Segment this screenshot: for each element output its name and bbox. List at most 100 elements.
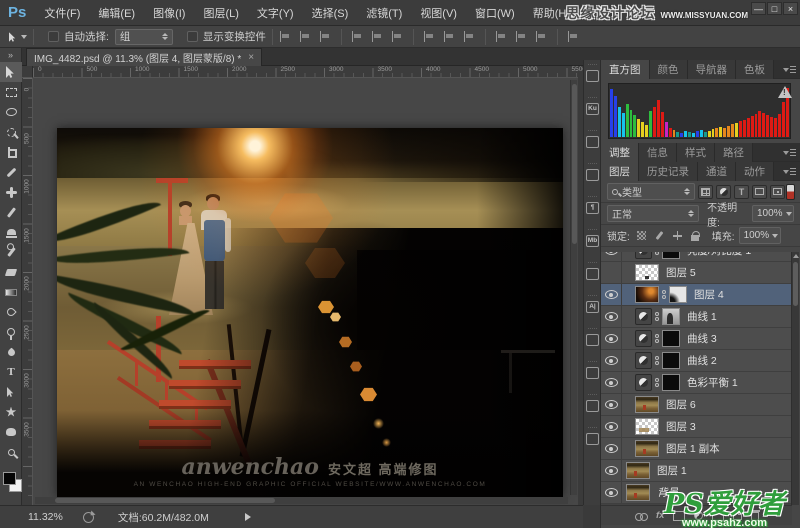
kuler-panel-icon[interactable]: Ku bbox=[584, 93, 601, 126]
layer-row[interactable]: 图层 1 副本 bbox=[601, 438, 792, 460]
menu-item-9[interactable]: 帮助(H) bbox=[525, 1, 578, 25]
close-button[interactable]: × bbox=[783, 2, 798, 15]
spot-heal-tool[interactable] bbox=[0, 182, 22, 202]
tab-动作[interactable]: 动作 bbox=[736, 162, 774, 181]
auto-select-dropdown[interactable]: 组 bbox=[115, 29, 173, 45]
character-styles-panel-icon[interactable]: A| bbox=[584, 291, 601, 324]
tab-导航器[interactable]: 导航器 bbox=[688, 60, 737, 79]
add-layer-mask-icon[interactable] bbox=[673, 511, 685, 521]
layer-row[interactable]: 背景 bbox=[601, 482, 792, 504]
distribute-left-edges-icon[interactable] bbox=[495, 31, 508, 42]
distribute-bottom-edges-icon[interactable] bbox=[463, 31, 476, 42]
libraries-panel-icon[interactable] bbox=[584, 126, 601, 159]
lock-transparency-icon[interactable] bbox=[635, 229, 648, 242]
maximize-button[interactable]: □ bbox=[767, 2, 782, 15]
minimize-button[interactable]: — bbox=[751, 2, 766, 15]
quick-select-tool[interactable] bbox=[0, 122, 22, 142]
notes-panel-icon[interactable] bbox=[584, 159, 601, 192]
mini-bridge-panel-icon[interactable]: Mb bbox=[584, 225, 601, 258]
tab-直方图[interactable]: 直方图 bbox=[601, 60, 650, 79]
custom-shape-tool[interactable] bbox=[0, 402, 22, 422]
distribute-v-centers-icon[interactable] bbox=[443, 31, 456, 42]
show-transform-checkbox[interactable] bbox=[187, 31, 198, 42]
clone-source-panel-icon[interactable] bbox=[584, 423, 601, 456]
layer-row[interactable]: 图层 4 bbox=[601, 284, 792, 306]
warning-icon[interactable] bbox=[778, 86, 792, 98]
link-layers-icon[interactable] bbox=[635, 513, 647, 519]
dodge-tool[interactable] bbox=[0, 322, 22, 342]
layer-style-icon[interactable]: fx bbox=[656, 510, 664, 521]
zoom-level-field[interactable]: 11.32% bbox=[28, 511, 63, 523]
tab-图层[interactable]: 图层 bbox=[601, 162, 639, 181]
tab-历史记录[interactable]: 历史记录 bbox=[639, 162, 698, 181]
layer-comps-panel-icon[interactable] bbox=[584, 60, 601, 93]
canvas-horizontal-scrollbar[interactable] bbox=[35, 497, 568, 504]
crop-tool[interactable] bbox=[0, 142, 22, 162]
panel-menu-icon[interactable] bbox=[783, 168, 796, 176]
menu-item-4[interactable]: 文字(Y) bbox=[249, 1, 302, 25]
distribute-top-edges-icon[interactable] bbox=[423, 31, 436, 42]
layer-visibility-toggle[interactable] bbox=[601, 482, 622, 503]
layer-thumbnail[interactable] bbox=[626, 484, 650, 501]
brush-tool[interactable] bbox=[0, 202, 22, 222]
path-select-tool[interactable] bbox=[0, 382, 22, 402]
layer-row[interactable]: 图层 6 bbox=[601, 394, 792, 416]
align-v-centers-icon[interactable] bbox=[299, 31, 312, 42]
layer-thumbnail[interactable] bbox=[635, 440, 659, 457]
filter-type-layers-icon[interactable]: T bbox=[734, 185, 749, 199]
fill-value[interactable]: 100% bbox=[739, 227, 781, 244]
tab-颜色[interactable]: 颜色 bbox=[650, 60, 688, 79]
layer-row[interactable]: 亮度/对比度 1 bbox=[601, 252, 792, 262]
tool-presets-panel-icon[interactable] bbox=[584, 258, 601, 291]
lock-image-icon[interactable] bbox=[653, 229, 666, 242]
layer-thumbnail[interactable] bbox=[626, 462, 650, 479]
tab-调整[interactable]: 调整 bbox=[601, 143, 639, 162]
status-popup-arrow-icon[interactable] bbox=[245, 513, 251, 521]
layer-thumbnail[interactable] bbox=[635, 264, 659, 281]
align-right-edges-icon[interactable] bbox=[391, 31, 404, 42]
paragraph-panel-icon[interactable]: ¶ bbox=[584, 192, 601, 225]
move-tool[interactable] bbox=[0, 62, 22, 82]
tab-色板[interactable]: 色板 bbox=[736, 60, 774, 79]
type-tool[interactable]: T bbox=[0, 362, 22, 382]
distribute-right-edges-icon[interactable] bbox=[535, 31, 548, 42]
foreground-color-swatch[interactable] bbox=[3, 472, 16, 485]
tab-样式[interactable]: 样式 bbox=[677, 143, 715, 162]
timeline-panel-icon[interactable] bbox=[584, 390, 601, 423]
menu-item-2[interactable]: 图像(I) bbox=[145, 1, 193, 25]
panel-menu-icon[interactable] bbox=[783, 149, 796, 157]
layer-visibility-toggle[interactable] bbox=[601, 262, 622, 283]
lock-position-icon[interactable] bbox=[671, 229, 684, 242]
layer-row[interactable]: 曲线 2 bbox=[601, 350, 792, 372]
opacity-value[interactable]: 100% bbox=[752, 205, 794, 222]
layer-thumbnail[interactable] bbox=[635, 418, 659, 435]
hand-tool[interactable] bbox=[0, 422, 22, 442]
menu-item-8[interactable]: 窗口(W) bbox=[467, 1, 523, 25]
layer-visibility-toggle[interactable] bbox=[601, 438, 622, 459]
new-group-icon[interactable] bbox=[712, 513, 724, 521]
layer-visibility-toggle[interactable] bbox=[601, 328, 622, 349]
menu-item-1[interactable]: 编辑(E) bbox=[90, 1, 143, 25]
layer-mask-thumbnail[interactable] bbox=[662, 374, 680, 391]
new-adjustment-layer-icon[interactable] bbox=[694, 511, 703, 520]
menu-item-6[interactable]: 滤镜(T) bbox=[358, 1, 410, 25]
history-brush-tool[interactable] bbox=[0, 242, 22, 262]
align-bottom-edges-icon[interactable] bbox=[319, 31, 332, 42]
layer-thumbnail[interactable] bbox=[635, 286, 659, 303]
collapse-toolbar-button[interactable]: » bbox=[0, 48, 21, 62]
layer-visibility-toggle[interactable] bbox=[601, 394, 622, 415]
eyedropper-tool[interactable] bbox=[0, 162, 22, 182]
layer-filter-dropdown[interactable]: 类型 bbox=[607, 183, 695, 200]
auto-align-layers-icon[interactable] bbox=[567, 31, 580, 42]
layer-row[interactable]: 色彩平衡 1 bbox=[601, 372, 792, 394]
gradient-tool[interactable] bbox=[0, 282, 22, 302]
tool-preset-picker[interactable] bbox=[8, 31, 27, 43]
menu-item-7[interactable]: 视图(V) bbox=[412, 1, 465, 25]
layer-mask-thumbnail[interactable] bbox=[662, 330, 680, 347]
layer-visibility-toggle[interactable] bbox=[601, 284, 622, 305]
layer-visibility-toggle[interactable] bbox=[601, 252, 622, 261]
menu-item-5[interactable]: 选择(S) bbox=[304, 1, 357, 25]
auto-select-checkbox[interactable] bbox=[48, 31, 59, 42]
layer-row[interactable]: 图层 3 bbox=[601, 416, 792, 438]
filter-smart-objects-icon[interactable] bbox=[770, 185, 785, 199]
